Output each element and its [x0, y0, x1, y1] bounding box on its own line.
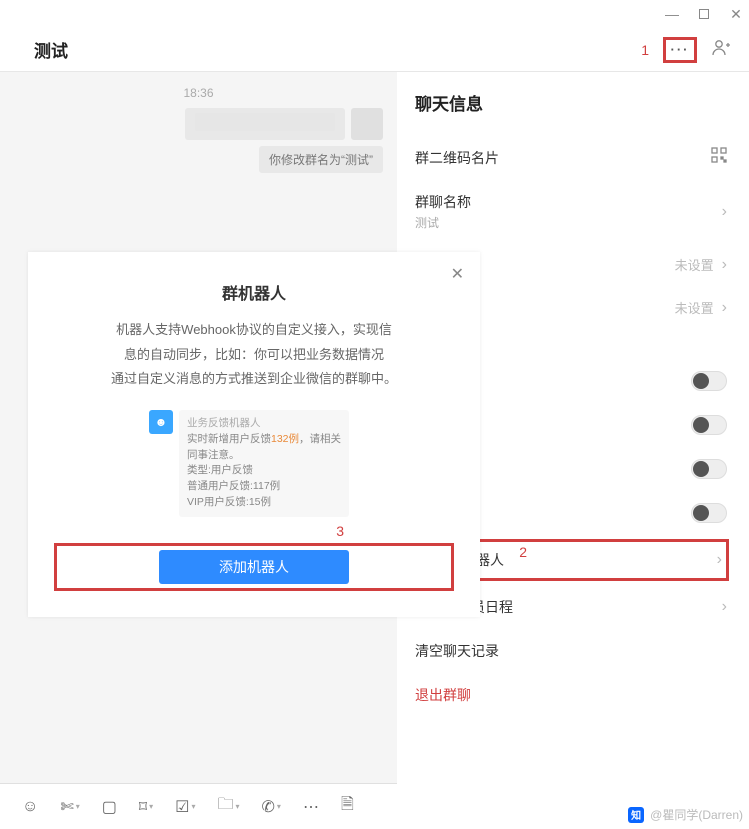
- modal-description: 机器人支持Webhook协议的自定义接入，实现信 息的自动同步，比如：你可以把业…: [54, 318, 454, 392]
- emoji-icon[interactable]: ☺: [22, 798, 38, 816]
- note-icon[interactable]: 🗎: [341, 793, 354, 820]
- leave-group-label: 退出群聊: [415, 685, 471, 705]
- modal-close-icon[interactable]: ✕: [451, 264, 464, 284]
- annotation-3: 3: [54, 523, 454, 539]
- watermark: 知 @瞿同学(Darren): [628, 806, 743, 823]
- modal-title: 群机器人: [54, 280, 454, 304]
- chat-timestamp: 18:36: [14, 86, 383, 100]
- clear-history-row[interactable]: 清空聊天记录: [415, 629, 727, 673]
- group-name-label: 群聊名称: [415, 192, 471, 212]
- group-robot-modal: ✕ 群机器人 机器人支持Webhook协议的自定义接入，实现信 息的自动同步，比…: [28, 252, 480, 617]
- more-icon[interactable]: ⋯: [303, 797, 319, 817]
- phone-icon[interactable]: ✆▾: [262, 797, 281, 817]
- chat-more-button[interactable]: ···: [663, 37, 697, 63]
- group-name-row[interactable]: 群聊名称 测试 ›: [415, 180, 727, 243]
- chevron-right-icon: ›: [722, 598, 727, 616]
- message-toolbar: ☺ ✄▾ ▢ ⌑▾ ☑▾ 🗀▾ ✆▾ ⋯ 🗎: [0, 783, 397, 829]
- example-card: ☻ 业务反馈机器人 实时新增用户反馈132例，请相关 同事注意。 类型:用户反馈…: [149, 410, 359, 517]
- chevron-right-icon: ›: [717, 551, 722, 569]
- qr-code-label: 群二维码名片: [415, 148, 499, 168]
- leave-group-row[interactable]: 退出群聊: [415, 673, 727, 717]
- toggle-switch[interactable]: [691, 371, 727, 391]
- zhihu-logo-icon: 知: [628, 807, 644, 823]
- capture-icon[interactable]: ⌑▾: [139, 797, 153, 817]
- qr-code-row[interactable]: 群二维码名片: [415, 135, 727, 180]
- redacted-message-bubble: [185, 108, 345, 140]
- window-close-button[interactable]: ✕: [729, 6, 743, 23]
- add-robot-button[interactable]: 添加机器人: [159, 550, 349, 584]
- folder-icon[interactable]: 🗀▾: [217, 793, 239, 820]
- annotation-1: 1: [641, 42, 649, 58]
- window-maximize-button[interactable]: [697, 6, 711, 22]
- qr-icon: [711, 147, 727, 168]
- cut-icon[interactable]: ✄▾: [60, 797, 79, 817]
- info-panel-title: 聊天信息: [415, 90, 727, 115]
- task-icon[interactable]: ☑▾: [175, 797, 195, 817]
- chat-title: 测试: [34, 37, 68, 62]
- group-name-value: 测试: [415, 214, 471, 231]
- sender-avatar[interactable]: [351, 108, 383, 140]
- add-member-icon[interactable]: [711, 39, 731, 60]
- annotation-2: 2: [519, 544, 527, 560]
- image-icon[interactable]: ▢: [102, 797, 117, 817]
- system-message-bubble: 你修改群名为“测试”: [259, 146, 383, 173]
- toggle-switch[interactable]: [691, 459, 727, 479]
- clear-history-label: 清空聊天记录: [415, 641, 499, 661]
- robot-avatar-icon: ☻: [149, 410, 173, 434]
- chevron-right-icon: ›: [722, 203, 727, 221]
- window-minimize-button[interactable]: —: [665, 6, 679, 22]
- toggle-switch[interactable]: [691, 503, 727, 523]
- toggle-switch[interactable]: [691, 415, 727, 435]
